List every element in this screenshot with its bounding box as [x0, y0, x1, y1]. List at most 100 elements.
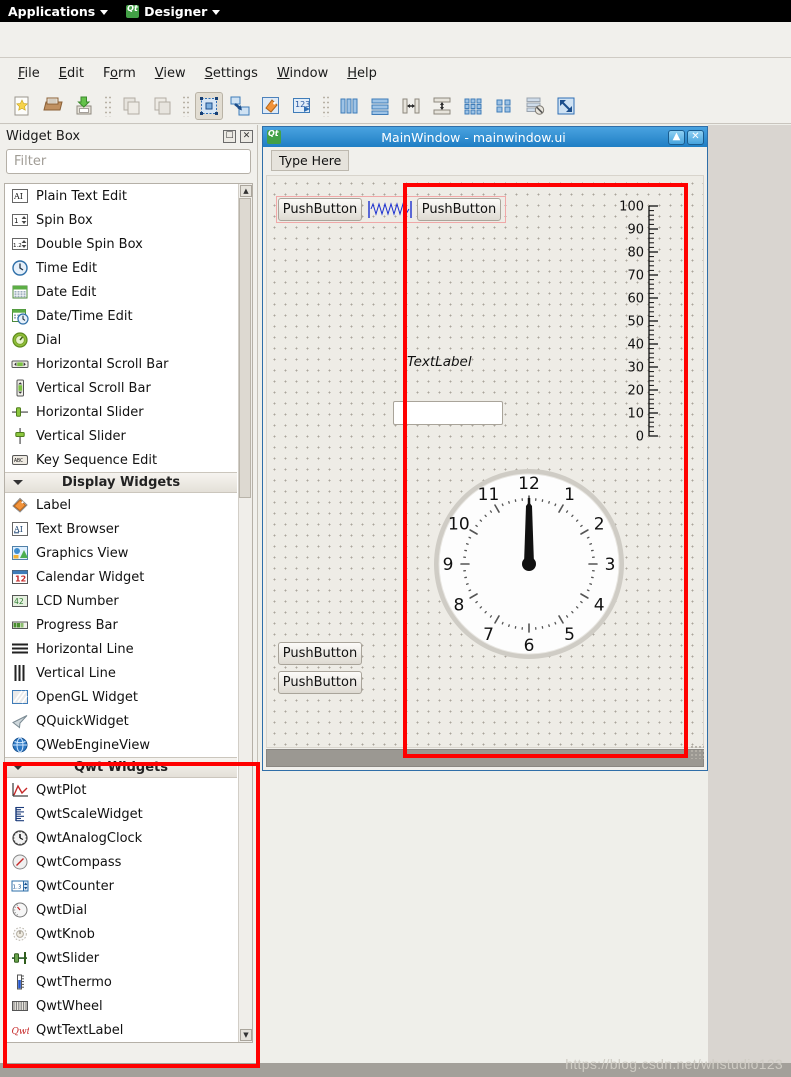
widget-item-graphics-view[interactable]: Graphics View — [5, 541, 237, 565]
edit-widgets-icon[interactable] — [195, 91, 223, 120]
widget-item-qwebengineview[interactable]: QWebEngineView — [5, 733, 237, 757]
layout-grid-icon[interactable] — [459, 92, 487, 120]
pushbutton-top-left[interactable]: PushButton — [278, 198, 362, 221]
widget-item-horizontal-line[interactable]: Horizontal Line — [5, 637, 237, 661]
menu-file[interactable]: File — [10, 63, 48, 84]
scroll-up-icon[interactable]: ▲ — [240, 185, 252, 197]
widget-item-vertical-scroll-bar[interactable]: Vertical Scroll Bar — [5, 376, 237, 400]
layout-splitter-horizontal-icon[interactable] — [397, 92, 425, 120]
widget-item-date-edit[interactable]: Date Edit — [5, 280, 237, 304]
widget-item-qwtcounter[interactable]: 1.3 QwtCounter — [5, 874, 237, 898]
applications-menu-label: Applications — [8, 3, 96, 19]
widget-item-opengl-widget[interactable]: OpenGL Widget — [5, 685, 237, 709]
form-window: MainWindow - mainwindow.ui ▲ ✕ Type Here… — [262, 126, 708, 771]
widget-item-plain-text-edit[interactable]: AI Plain Text Edit — [5, 184, 237, 208]
float-icon[interactable]: ☐ — [223, 129, 236, 143]
widget-item-qwtplot[interactable]: QwtPlot — [5, 778, 237, 802]
widget-item-lcd-number[interactable]: 42 LCD Number — [5, 589, 237, 613]
widget-item-horizontal-scroll-bar[interactable]: Horizontal Scroll Bar — [5, 352, 237, 376]
widget-item-qwtscalewidget[interactable]: QwtScaleWidget — [5, 802, 237, 826]
menu-form[interactable]: Form — [95, 63, 144, 84]
pushbutton-bottom-1[interactable]: PushButton — [278, 642, 362, 665]
layout-form-icon[interactable] — [490, 92, 518, 120]
horizontal-line-icon — [11, 640, 29, 658]
widget-item-vertical-line[interactable]: Vertical Line — [5, 661, 237, 685]
designer-app-menu[interactable]: Designer — [126, 4, 221, 19]
widget-category-display-widgets[interactable]: Display Widgets — [5, 472, 237, 493]
menu-edit[interactable]: Edit — [51, 63, 92, 84]
widget-item-label: Plain Text Edit — [36, 188, 127, 204]
widget-item-spin-box[interactable]: 1 Spin Box — [5, 208, 237, 232]
scroll-down-icon[interactable]: ▼ — [240, 1029, 252, 1041]
widget-item-date-time-edit[interactable]: Date/Time Edit — [5, 304, 237, 328]
menu-view[interactable]: View — [147, 63, 194, 84]
widget-item-qwtcompass[interactable]: QwtCompass — [5, 850, 237, 874]
pushbutton-top-right[interactable]: PushButton — [417, 198, 501, 221]
edit-tab-order-icon[interactable]: 123 — [288, 92, 316, 120]
widget-item-time-edit[interactable]: Time Edit — [5, 256, 237, 280]
svg-text:12: 12 — [518, 474, 540, 494]
widget-item-horizontal-slider[interactable]: Horizontal Slider — [5, 400, 237, 424]
pushbutton-bottom-2[interactable]: PushButton — [278, 671, 362, 694]
layout-splitter-vertical-icon[interactable] — [428, 92, 456, 120]
widget-box-filter-input[interactable]: Filter — [6, 149, 251, 174]
widget-item-qwtknob[interactable]: QwtKnob — [5, 922, 237, 946]
applications-menu[interactable]: Applications — [8, 3, 109, 19]
text-label[interactable]: TextLabel — [407, 354, 472, 370]
widget-item-qwttextlabel[interactable]: Qwt QwtTextLabel — [5, 1018, 237, 1042]
widget-item-qwtslider[interactable]: QwtSlider — [5, 946, 237, 970]
form-window-title: MainWindow - mainwindow.ui — [381, 129, 566, 145]
edit-signals-slots-icon[interactable] — [226, 92, 254, 120]
qwt-analog-clock[interactable]: 12 1 2 3 4 5 6 7 8 9 10 11 — [429, 464, 629, 664]
line-edit[interactable] — [393, 401, 503, 425]
qwt-scale-widget[interactable]: 100 90 80 70 60 50 40 30 20 10 0 — [603, 200, 667, 445]
widget-item-label: QwtAnalogClock — [36, 830, 143, 846]
toolbar-separator — [104, 94, 111, 117]
widget-item-progress-bar[interactable]: Progress Bar — [5, 613, 237, 637]
menu-settings[interactable]: Settings — [197, 63, 266, 84]
edit-buddies-icon[interactable] — [257, 92, 285, 120]
break-layout-icon[interactable] — [521, 92, 549, 120]
widget-item-qquickwidget[interactable]: QQuickWidget — [5, 709, 237, 733]
minimize-button[interactable]: ▲ — [668, 129, 685, 145]
horizontal-spacer[interactable] — [367, 199, 413, 220]
svg-text:40: 40 — [627, 338, 644, 353]
resize-grip[interactable] — [690, 745, 704, 759]
widget-item-dial[interactable]: Dial — [5, 328, 237, 352]
open-form-icon[interactable] — [39, 92, 67, 120]
copy-icon[interactable] — [117, 92, 145, 120]
qt-logo-icon — [267, 129, 281, 144]
widget-item-label: OpenGL Widget — [36, 689, 138, 705]
widget-category-qwt-widgets[interactable]: Qwt Widgets — [5, 757, 237, 778]
chevron-down-icon — [100, 9, 109, 15]
close-button[interactable]: ✕ — [687, 129, 704, 145]
close-icon[interactable]: ✕ — [240, 129, 253, 143]
scrollbar-thumb[interactable] — [239, 198, 251, 498]
paste-icon[interactable] — [148, 92, 176, 120]
menu-window[interactable]: Window — [269, 63, 336, 84]
widget-item-double-spin-box[interactable]: 1.2 Double Spin Box — [5, 232, 237, 256]
widget-item-vertical-slider[interactable]: Vertical Slider — [5, 424, 237, 448]
adjust-size-icon[interactable] — [552, 92, 580, 120]
svg-text:50: 50 — [627, 315, 644, 330]
layout-vertically-icon[interactable] — [366, 92, 394, 120]
widget-box-scrollbar[interactable]: ▲ ▼ — [238, 184, 252, 1042]
date-time-edit-icon — [11, 307, 29, 325]
new-form-icon[interactable] — [8, 92, 36, 120]
qwtdial-icon — [11, 901, 29, 919]
widget-item-calendar-widget[interactable]: 12 Calendar Widget — [5, 565, 237, 589]
widget-item-label[interactable]: Label — [5, 493, 237, 517]
widget-item-key-sequence-edit[interactable]: ABC Key Sequence Edit — [5, 448, 237, 472]
widget-item-qwtthermo[interactable]: QwtThermo — [5, 970, 237, 994]
menu-help[interactable]: Help — [339, 63, 385, 84]
widget-item-label: Vertical Scroll Bar — [36, 380, 151, 396]
widget-item-qwtdial[interactable]: QwtDial — [5, 898, 237, 922]
widget-item-qwtwheel[interactable]: QwtWheel — [5, 994, 237, 1018]
layout-horizontally-icon[interactable] — [335, 92, 363, 120]
menubar-type-here[interactable]: Type Here — [271, 149, 350, 171]
form-canvas[interactable]: PushButton PushButton TextLabel PushButt… — [266, 175, 704, 748]
widget-item-qwtanalogclock[interactable]: QwtAnalogClock — [5, 826, 237, 850]
save-form-icon[interactable] — [70, 92, 98, 120]
widget-item-text-browser[interactable]: AI Text Browser — [5, 517, 237, 541]
form-window-titlebar[interactable]: MainWindow - mainwindow.ui ▲ ✕ — [263, 127, 707, 147]
